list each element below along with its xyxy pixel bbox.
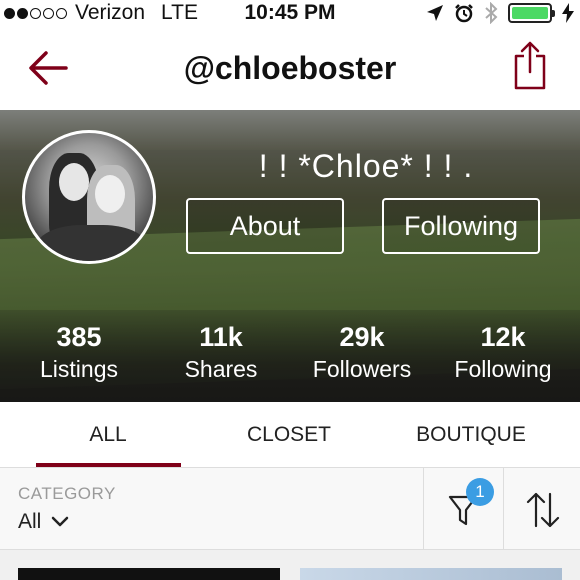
avatar[interactable] [22, 130, 156, 264]
stat-following[interactable]: 12k Following [438, 322, 568, 386]
stat-value: 29k [339, 322, 385, 352]
filter-button[interactable] [424, 468, 502, 550]
stat-value: 11k [199, 322, 243, 352]
page-title: @chloeboster [183, 50, 397, 86]
stat-label: Following [454, 356, 552, 382]
back-arrow-icon[interactable] [26, 48, 70, 88]
listing-thumbnail[interactable] [18, 568, 280, 580]
stat-label: Shares [184, 356, 258, 382]
about-button[interactable]: About [186, 198, 344, 254]
filter-bar: CATEGORY All [0, 468, 580, 550]
nav-bar: @chloeboster [0, 26, 580, 110]
following-button[interactable]: Following [382, 198, 540, 254]
share-icon[interactable] [510, 40, 550, 92]
filter-count-badge: 1 [466, 478, 494, 506]
sort-arrows-icon [526, 492, 560, 528]
alarm-clock-icon [455, 4, 473, 23]
charging-bolt-icon [562, 3, 574, 23]
category-value: All [18, 510, 42, 533]
stat-label: Followers [312, 356, 412, 382]
location-arrow-icon [427, 5, 443, 21]
status-right [426, 0, 574, 26]
listing-thumbnail[interactable] [300, 568, 562, 580]
category-label: CATEGORY [18, 484, 116, 503]
profile-header: ! ! *Chloe* ! ! . About Following 385 Li… [0, 110, 580, 402]
bluetooth-icon [485, 2, 498, 24]
filter-funnel-icon [448, 495, 478, 526]
tab-closet[interactable]: CLOSET [214, 402, 364, 468]
stat-value: 385 [56, 322, 102, 352]
stat-shares[interactable]: 11k Shares [156, 322, 286, 386]
tab-boutique[interactable]: BOUTIQUE [396, 402, 546, 468]
stat-value: 12k [480, 322, 526, 352]
display-name: ! ! *Chloe* ! ! . [258, 148, 474, 184]
tab-all[interactable]: ALL [36, 402, 180, 468]
closet-tabs: ALL CLOSET BOUTIQUE [0, 402, 580, 468]
stat-listings[interactable]: 385 Listings [14, 322, 144, 386]
battery-level [512, 7, 548, 19]
battery-icon [508, 3, 555, 23]
stat-followers[interactable]: 29k Followers [297, 322, 427, 386]
category-dropdown[interactable]: All [18, 510, 69, 534]
status-bar: Verizon LTE 10:45 PM [0, 0, 580, 26]
stat-label: Listings [40, 356, 118, 382]
chevron-down-icon [52, 516, 69, 527]
active-tab-indicator [36, 463, 181, 467]
sort-button[interactable] [504, 468, 580, 550]
